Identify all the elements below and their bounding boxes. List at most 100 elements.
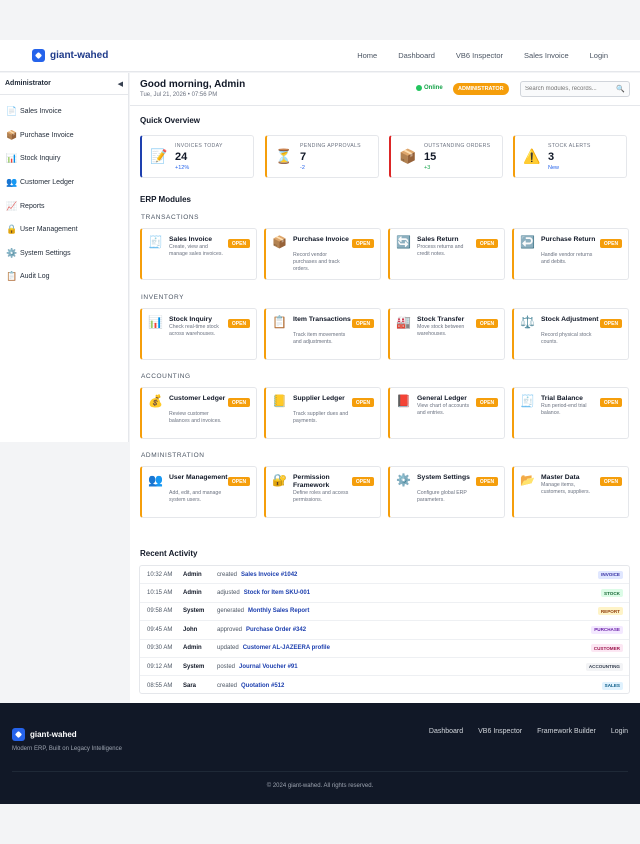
open-module-button[interactable]: OPEN [228,477,250,486]
activity-user: Admin [183,645,202,652]
nav-link-dashboard[interactable]: Dashboard [398,51,435,60]
activity-row: 08:55 AM Sara created Quotation #512 SALES [140,676,629,694]
brand-logo[interactable]: giant-wahed [32,49,108,62]
audit-log-icon: 📋 [6,271,18,282]
module-description: Check real-time stock across warehouses. [169,324,219,337]
group-title-administration: ADMINISTRATION [141,452,205,459]
stock-transfer-icon: 🏭 [396,315,411,329]
collapse-sidebar-icon[interactable]: ◀ [118,80,123,88]
stat-label: PENDING APPROVALS [300,143,361,149]
module-card-sales-return[interactable]: 🔄 Sales Return Process returns and credit … [388,228,505,280]
module-card-purchase-invoice[interactable]: 📦 Purchase Invoice Record vendor purchases… [264,228,381,280]
module-card-stock-adjustment[interactable]: ⚖️ Stock Adjustment Record physical stock … [512,308,629,360]
module-card-trial-balance[interactable]: 🧾 Trial Balance Run period-end trial balan… [512,387,629,439]
sidebar-item-sales-invoice[interactable]: 📄 Sales Invoice [0,100,128,124]
module-description: Review customer balances and invoices. [169,411,222,424]
module-name: Stock Transfer [417,316,465,323]
stat-card-stock-alerts[interactable]: ⚠️ STOCK ALERTS 3 New [513,135,627,178]
activity-row: 10:32 AM Admin created Sales Invoice #1042 I… [140,566,629,585]
nav-link-vb6-inspector[interactable]: VB6 Inspector [456,51,503,60]
sidebar-item-stock-inquiry[interactable]: 📊 Stock Inquiry [0,147,128,171]
sidebar-item-system-settings[interactable]: ⚙️ System Settings [0,242,128,266]
sidebar-item-customer-ledger[interactable]: 👥 Customer Ledger [0,171,128,195]
nav-link-sales-invoice[interactable]: Sales Invoice [524,51,569,60]
sidebar-title: Administrator [5,80,51,87]
stat-card-outstanding-orders[interactable]: 📦 OUTSTANDING ORDERS 15 +3 [389,135,503,178]
module-card-sales-invoice[interactable]: 🧾 Sales Invoice Create, view and manage sa… [140,228,257,280]
nav-link-login[interactable]: Login [590,51,608,60]
module-card-stock-transfer[interactable]: 🏭 Stock Transfer Move stock between wareho… [388,308,505,360]
sidebar-item-purchase-invoice[interactable]: 📦 Purchase Invoice [0,124,128,148]
open-module-button[interactable]: OPEN [600,319,622,328]
activity-type-badge: PURCHASE [591,625,623,634]
open-module-button[interactable]: OPEN [352,477,374,486]
activity-type-badge: REPORT [597,607,623,616]
activity-reference-link[interactable]: Monthly Sales Report [248,608,309,614]
module-name: Customer Ledger [169,395,226,402]
sidebar-item-label: Stock Inquiry [20,155,61,163]
module-name: Purchase Invoice [293,236,349,243]
activity-time: 10:15 AM [147,590,173,597]
stat-card-pending-approvals[interactable]: ⏳ PENDING APPROVALS 7 -2 [265,135,379,178]
activity-reference-link[interactable]: Stock for Item SKU-001 [244,590,310,596]
sidebar-item-label: Customer Ledger [20,179,75,187]
trial-balance-icon: 🧾 [520,394,535,408]
open-module-button[interactable]: OPEN [228,239,250,248]
open-module-button[interactable]: OPEN [352,319,374,328]
open-module-button[interactable]: OPEN [600,477,622,486]
customer-ledger-icon: 👥 [6,177,18,188]
open-module-button[interactable]: OPEN [352,398,374,407]
activity-reference-link[interactable]: Quotation #512 [241,683,284,689]
module-card-user-management[interactable]: 👥 User Management Add, edit, and manage sy… [140,466,257,518]
search-icon[interactable]: 🔍 [616,85,625,93]
activity-action: adjusted Stock for Item SKU-001 [217,590,310,596]
search-input[interactable] [525,86,615,92]
footer-link-vb6-inspector[interactable]: VB6 Inspector [478,728,522,735]
open-module-button[interactable]: OPEN [228,398,250,407]
module-name: System Settings [417,474,470,481]
stat-card-invoices-today[interactable]: 📝 INVOICES TODAY 24 +12% [140,135,254,178]
module-card-supplier-ledger[interactable]: 📒 Supplier Ledger Track supplier dues and … [264,387,381,439]
user-management-icon: 🔒 [6,224,18,235]
activity-reference-link[interactable]: Sales Invoice #1042 [241,572,297,578]
open-module-button[interactable]: OPEN [352,239,374,248]
quick-overview-title: Quick Overview [140,116,201,125]
module-card-stock-inquiry[interactable]: 📊 Stock Inquiry Check real-time stock acro… [140,308,257,360]
open-module-button[interactable]: OPEN [228,319,250,328]
footer-link-login[interactable]: Login [611,728,628,735]
footer-brand[interactable]: giant-wahed [12,728,77,741]
open-module-button[interactable]: OPEN [476,398,498,407]
sidebar-item-user-management[interactable]: 🔒 User Management [0,218,128,242]
activity-action: updated Customer AL-JAZEERA profile [217,645,330,651]
sidebar-item-audit-log[interactable]: 📋 Audit Log [0,265,128,289]
footer-tagline: Modern ERP, Built on Legacy Intelligence [12,746,122,752]
sidebar-menu: 📄 Sales Invoice 📦 Purchase Invoice 📊 Stock In… [0,95,128,289]
module-card-customer-ledger[interactable]: 💰 Customer Ledger Review customer balances… [140,387,257,439]
module-description: Track supplier dues and payments. [293,411,349,424]
module-card-general-ledger[interactable]: 📕 General Ledger View chart of accounts an… [388,387,505,439]
module-card-system-settings[interactable]: ⚙️ System Settings Configure global ERP pa… [388,466,505,518]
open-module-button[interactable]: OPEN [600,239,622,248]
activity-action: created Quotation #512 [217,683,284,689]
open-module-button[interactable]: OPEN [600,398,622,407]
module-card-item-transactions[interactable]: 📋 Item Transactions Track item movements a… [264,308,381,360]
module-name: Sales Return [417,236,459,243]
footer-link-framework-builder[interactable]: Framework Builder [537,728,596,735]
nav-link-home[interactable]: Home [357,51,377,60]
activity-verb: generated [217,608,245,615]
open-module-button[interactable]: OPEN [476,319,498,328]
activity-action: generated Monthly Sales Report [217,608,309,614]
module-card-permission-framework[interactable]: 🔐 Permission Framework Define roles and ac… [264,466,381,518]
activity-type-badge: INVOICE [598,570,623,579]
module-card-master-data[interactable]: 📂 Master Data Manage items, customers, sup… [512,466,629,518]
open-module-button[interactable]: OPEN [476,239,498,248]
activity-reference-link[interactable]: Journal Voucher #91 [239,664,298,670]
footer-link-dashboard[interactable]: Dashboard [429,728,463,735]
sidebar-item-reports[interactable]: 📈 Reports [0,194,128,218]
open-module-button[interactable]: OPEN [476,477,498,486]
footer-links: Dashboard VB6 Inspector Framework Builde… [429,728,628,735]
activity-reference-link[interactable]: Purchase Order #342 [246,627,306,633]
module-card-purchase-return[interactable]: ↩️ Purchase Return Handle vendor returns a… [512,228,629,280]
activity-reference-link[interactable]: Customer AL-JAZEERA profile [243,645,330,651]
module-name: Item Transactions [293,316,351,323]
